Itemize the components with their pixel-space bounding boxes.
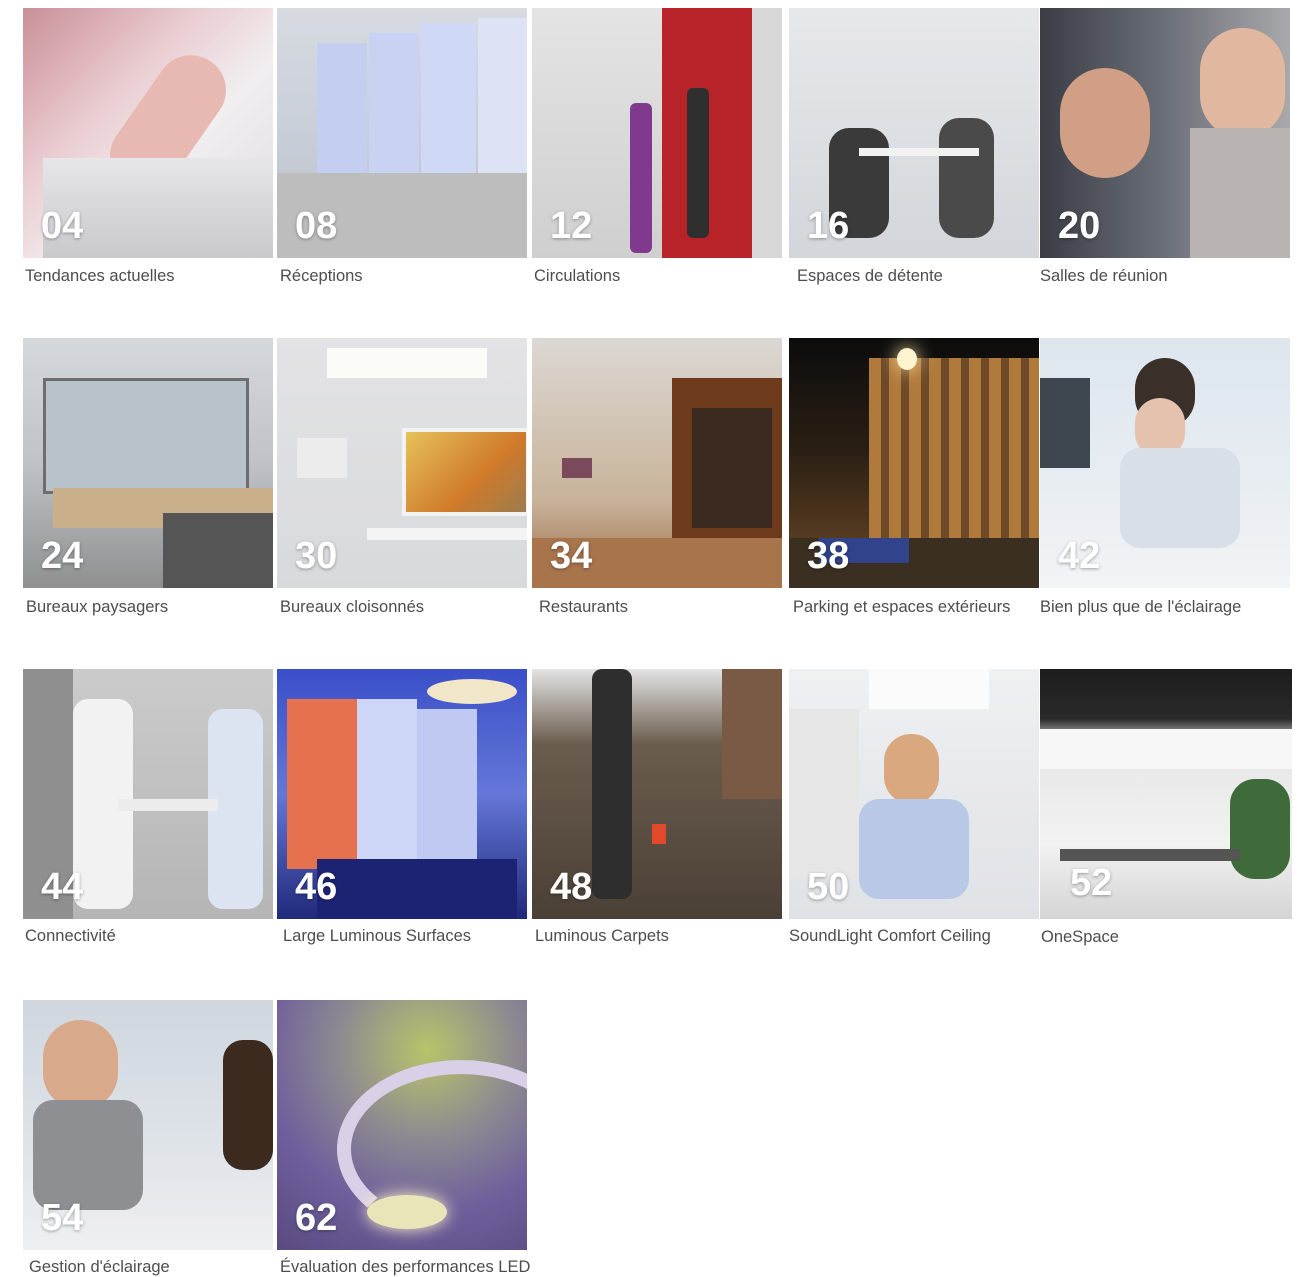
tile-54[interactable]: 54 [23, 1000, 273, 1250]
caption-large-luminous-surfaces[interactable]: Large Luminous Surfaces [283, 927, 471, 946]
caption-bureaux-paysagers[interactable]: Bureaux paysagers [26, 598, 168, 617]
caption-soundlight-comfort-ceiling[interactable]: SoundLight Comfort Ceiling [789, 927, 991, 946]
page-number: 34 [550, 535, 593, 577]
page-number: 30 [295, 535, 338, 577]
tile-08[interactable]: 08 [277, 8, 527, 258]
tile-24[interactable]: 24 [23, 338, 273, 588]
caption-bureaux-cloisonnes[interactable]: Bureaux cloisonnés [280, 598, 424, 617]
caption-gestion-declairage[interactable]: Gestion d'éclairage [29, 1258, 170, 1277]
caption-circulations[interactable]: Circulations [534, 267, 620, 286]
page-number: 62 [295, 1197, 338, 1239]
page-number: 48 [550, 866, 593, 908]
page-number: 42 [1058, 535, 1101, 577]
tile-30[interactable]: 30 [277, 338, 527, 588]
page-number: 16 [807, 205, 850, 247]
caption-restaurants[interactable]: Restaurants [539, 598, 628, 617]
tile-50[interactable]: 50 [789, 669, 1039, 919]
tile-38[interactable]: 38 [789, 338, 1039, 588]
caption-onespace[interactable]: OneSpace [1041, 928, 1119, 947]
tile-62[interactable]: 62 [277, 1000, 527, 1250]
page-number: 44 [41, 866, 84, 908]
caption-receptions[interactable]: Réceptions [280, 267, 363, 286]
page-number: 24 [41, 535, 84, 577]
tile-20[interactable]: 20 [1040, 8, 1290, 258]
page-number: 52 [1070, 862, 1113, 904]
page-number: 50 [807, 866, 850, 908]
page-number: 12 [550, 205, 593, 247]
caption-salles-de-reunion[interactable]: Salles de réunion [1040, 267, 1168, 286]
page-number: 38 [807, 535, 850, 577]
tile-16[interactable]: 16 [789, 8, 1039, 258]
page-number: 08 [295, 205, 338, 247]
tile-46[interactable]: 46 [277, 669, 527, 919]
tile-44[interactable]: 44 [23, 669, 273, 919]
page-number: 46 [295, 866, 338, 908]
caption-tendances-actuelles[interactable]: Tendances actuelles [25, 267, 175, 286]
tile-34[interactable]: 34 [532, 338, 782, 588]
tile-04[interactable]: 04 [23, 8, 273, 258]
page-number: 20 [1058, 205, 1101, 247]
tile-48[interactable]: 48 [532, 669, 782, 919]
caption-connectivite[interactable]: Connectivité [25, 927, 116, 946]
caption-evaluation-des-performances-led[interactable]: Évaluation des performances LED [280, 1258, 530, 1277]
tile-42[interactable]: 42 [1040, 338, 1290, 588]
page-number: 54 [41, 1197, 84, 1239]
page-number: 04 [41, 205, 84, 247]
caption-luminous-carpets[interactable]: Luminous Carpets [535, 927, 669, 946]
caption-bien-plus-que-de-leclairage[interactable]: Bien plus que de l'éclairage [1040, 598, 1241, 617]
caption-parking-et-espaces-exterieurs[interactable]: Parking et espaces extérieurs [793, 598, 1010, 617]
tile-12[interactable]: 12 [532, 8, 782, 258]
tile-52[interactable]: 52 [1040, 669, 1292, 919]
caption-espaces-de-detente[interactable]: Espaces de détente [797, 267, 943, 286]
